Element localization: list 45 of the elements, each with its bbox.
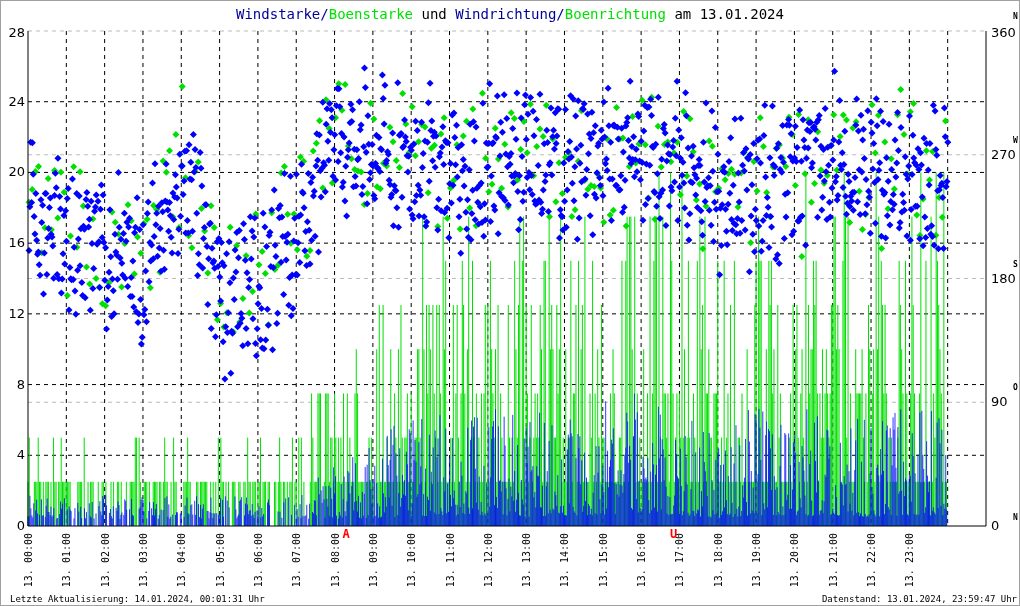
data-timestamp-text: Datenstand: 13.01.2024, 23:59:47 Uhr [821,594,1017,604]
axis-label: 90 [991,394,1008,410]
axis-label: 13. 22:00 [866,533,878,588]
axis-label: 4 [16,447,25,463]
axis-label: 13. 01:00 [61,533,73,588]
axis-label: 13. 18:00 [712,533,724,588]
marker-label: A [342,527,350,541]
axis-label: 13. 19:00 [751,533,763,588]
axis-label: 13. 12:00 [482,533,494,588]
axis-label: 13. 06:00 [252,533,264,588]
axis-label: 13. 20:00 [789,533,801,588]
axis-label: 13. 21:00 [827,533,839,588]
axis-label: 13. 15:00 [597,533,609,588]
axis-label: 13. 23:00 [904,533,916,588]
axis-label: 13. 03:00 [137,533,149,588]
axis-label: 0 [991,518,1000,533]
axis-label: 16 [8,235,25,251]
axis-label: 13. 16:00 [636,533,648,588]
last-update-text: Letzte Aktualisierung: 14.01.2024, 00:01:31 Uhr [10,594,265,604]
compass-label: W [1013,135,1018,145]
axis-label: 0 [16,518,25,533]
axis-label: 360 [991,25,1016,40]
axis-label: 13. 00:00 [23,533,34,588]
axis-label: 13. 05:00 [214,533,226,588]
axis-label: 28 [8,25,25,40]
compass-label: O [1013,383,1018,393]
axis-label: 13. 08:00 [329,533,341,588]
axis-label: 180 [991,270,1016,286]
axis-label: 20 [8,164,25,180]
axis-label: 13. 14:00 [559,533,571,588]
compass-label: S [1013,259,1018,269]
axis-label: 13. 07:00 [291,533,303,588]
compass-label: N [1013,513,1018,522]
chart-title: Windstarke/Boenstarke und Windrichtung/Boenrichtung am 13.01.2024 [236,6,784,22]
axis-label: 13. 10:00 [406,533,418,588]
axis-label: 24 [8,93,25,109]
axis-label: 8 [16,376,25,392]
axis-label: 13. 09:00 [367,533,379,588]
axis-label: 13. 02:00 [99,533,111,588]
axis-label: 13. 13:00 [521,533,533,588]
axis-label: 13. 11:00 [444,533,456,588]
axis-label: 270 [991,146,1016,162]
axis-label: 12 [8,305,25,321]
axis-label: 13. 04:00 [176,533,188,588]
compass-label: N [1013,12,1018,21]
